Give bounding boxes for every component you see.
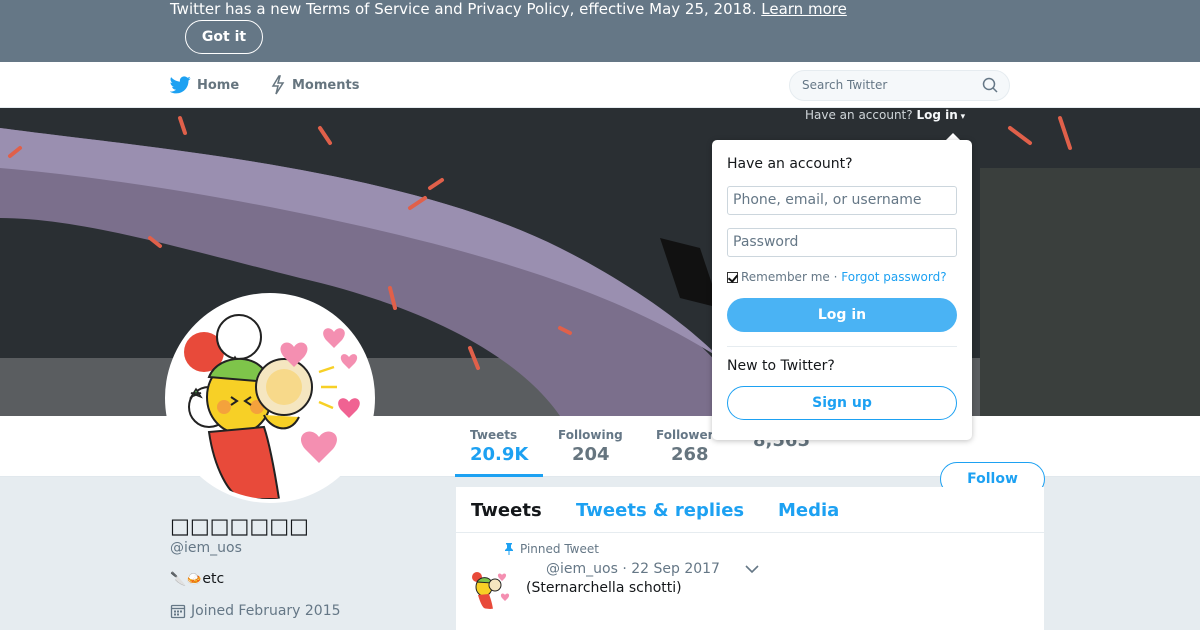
avatar[interactable] — [165, 293, 375, 503]
tweet-avatar-illustration — [468, 565, 512, 609]
tos-message: Twitter has a new Terms of Service and P… — [170, 0, 757, 18]
signup-button[interactable]: Sign up — [727, 386, 957, 420]
nav-home[interactable]: Home — [170, 62, 239, 108]
got-it-button[interactable]: Got it — [185, 20, 263, 54]
joined-text: Joined February 2015 — [191, 603, 341, 619]
tweet-date[interactable]: · 22 Sep 2017 — [622, 561, 720, 577]
login-dropdown: Have an account? Phone, email, or userna… — [712, 140, 972, 440]
caret-down-icon: ▾ — [957, 112, 966, 122]
lightning-icon — [271, 75, 285, 95]
separator-dot: · — [833, 270, 838, 284]
tweet-handle[interactable]: @iem_uos — [546, 561, 618, 577]
bio-text: etc — [202, 571, 225, 587]
timeline-tabs: Tweets Tweets & replies Media — [456, 487, 1044, 533]
timeline: Tweets Tweets & replies Media Pinned Twe… — [456, 487, 1044, 630]
top-nav: Home Moments Search Twitter — [0, 62, 1200, 108]
login-button[interactable]: Log in — [727, 298, 957, 332]
stat-tweets[interactable]: Tweets 20.9K — [455, 416, 543, 477]
twitter-bird-icon — [170, 76, 191, 94]
learn-more-link[interactable]: Learn more — [761, 0, 847, 18]
pinned-text: Pinned Tweet — [520, 542, 599, 556]
chevron-down-icon[interactable] — [745, 564, 759, 574]
stat-label: Tweets — [470, 428, 518, 442]
tab-media[interactable]: Media — [778, 500, 839, 521]
username-field[interactable]: Phone, email, or username — [727, 186, 957, 215]
search-input[interactable]: Search Twitter — [789, 70, 1010, 101]
remember-label: Remember me — [741, 270, 830, 284]
nav-moments-label: Moments — [292, 77, 360, 93]
login-dropdown-toggle[interactable]: Log in — [916, 108, 957, 122]
profile-name: □□□□□□□ — [170, 514, 309, 538]
tab-tweets[interactable]: Tweets — [471, 500, 542, 521]
curry-icon: 🍛 — [186, 572, 203, 587]
tos-banner-text: Twitter has a new Terms of Service and P… — [170, 0, 847, 18]
calendar-icon — [170, 604, 186, 619]
tweet-text: (Sternarchella schotti) — [526, 580, 682, 596]
tweet-header: @iem_uos · 22 Sep 2017 — [546, 561, 720, 577]
new-to-twitter-text: New to Twitter? — [727, 358, 835, 374]
stat-value: 204 — [572, 444, 610, 465]
pin-icon — [505, 543, 513, 555]
stat-value: 20.9K — [470, 444, 529, 465]
stat-label: Following — [558, 428, 623, 442]
dropdown-caret — [946, 133, 960, 140]
remember-row: Remember me · Forgot password? — [727, 270, 947, 284]
search-icon[interactable] — [982, 77, 998, 93]
stat-followers[interactable]: Followers 268 — [656, 416, 716, 477]
nav-moments[interactable]: Moments — [270, 62, 359, 108]
tweet-avatar[interactable] — [468, 565, 512, 609]
password-field[interactable]: Password — [727, 228, 957, 257]
avatar-illustration — [169, 297, 371, 499]
forgot-password-link[interactable]: Forgot password? — [841, 270, 946, 284]
profile-bio: 🔪🍛etc — [170, 571, 224, 587]
tos-banner: Twitter has a new Terms of Service and P… — [0, 0, 1200, 62]
have-account-text: Have an account? — [805, 108, 913, 122]
knife-icon: 🔪 — [170, 572, 187, 587]
login-title: Have an account? — [727, 156, 853, 172]
profile-handle[interactable]: @iem_uos — [170, 540, 242, 556]
stat-value: 268 — [671, 444, 709, 465]
have-account-prompt: Have an account? Log in ▾ — [805, 108, 965, 122]
stat-label: Followers — [656, 428, 716, 442]
pinned-tweet-label: Pinned Tweet — [504, 542, 599, 556]
profile-joined: Joined February 2015 — [170, 603, 341, 619]
stat-following[interactable]: Following 204 — [558, 416, 638, 477]
nav-home-label: Home — [197, 77, 240, 93]
remember-checkbox[interactable] — [727, 271, 738, 283]
login-divider — [727, 346, 957, 347]
tab-tweets-replies[interactable]: Tweets & replies — [576, 500, 744, 521]
